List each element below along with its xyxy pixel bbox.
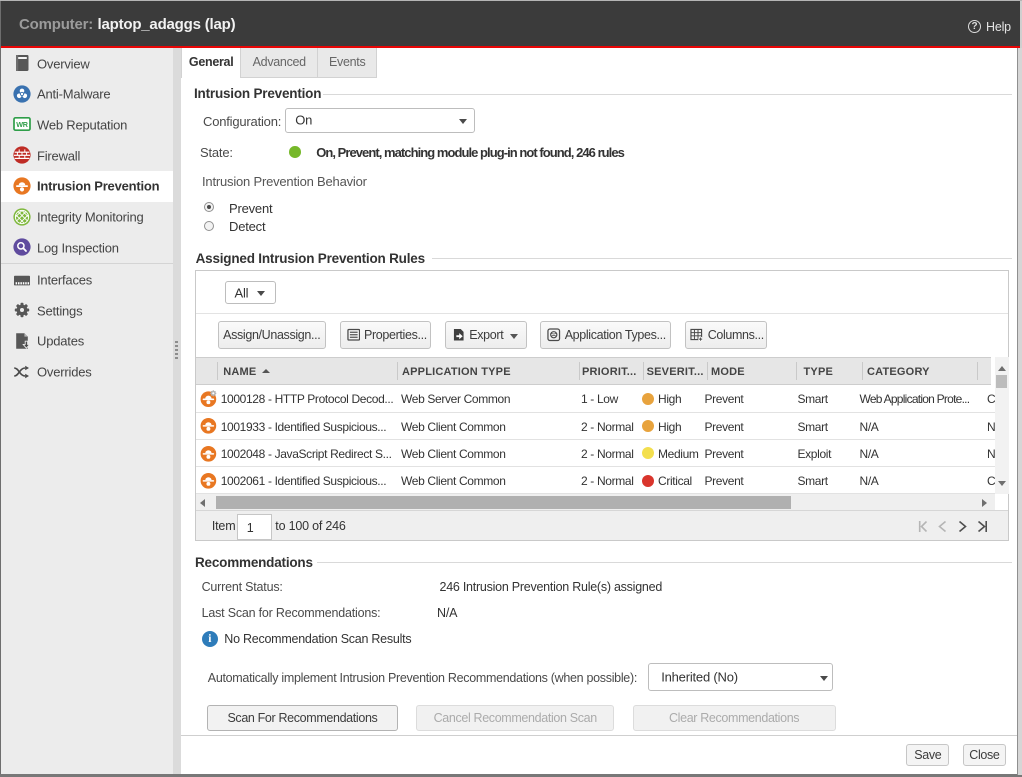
svg-text:WR: WR [16,120,29,129]
